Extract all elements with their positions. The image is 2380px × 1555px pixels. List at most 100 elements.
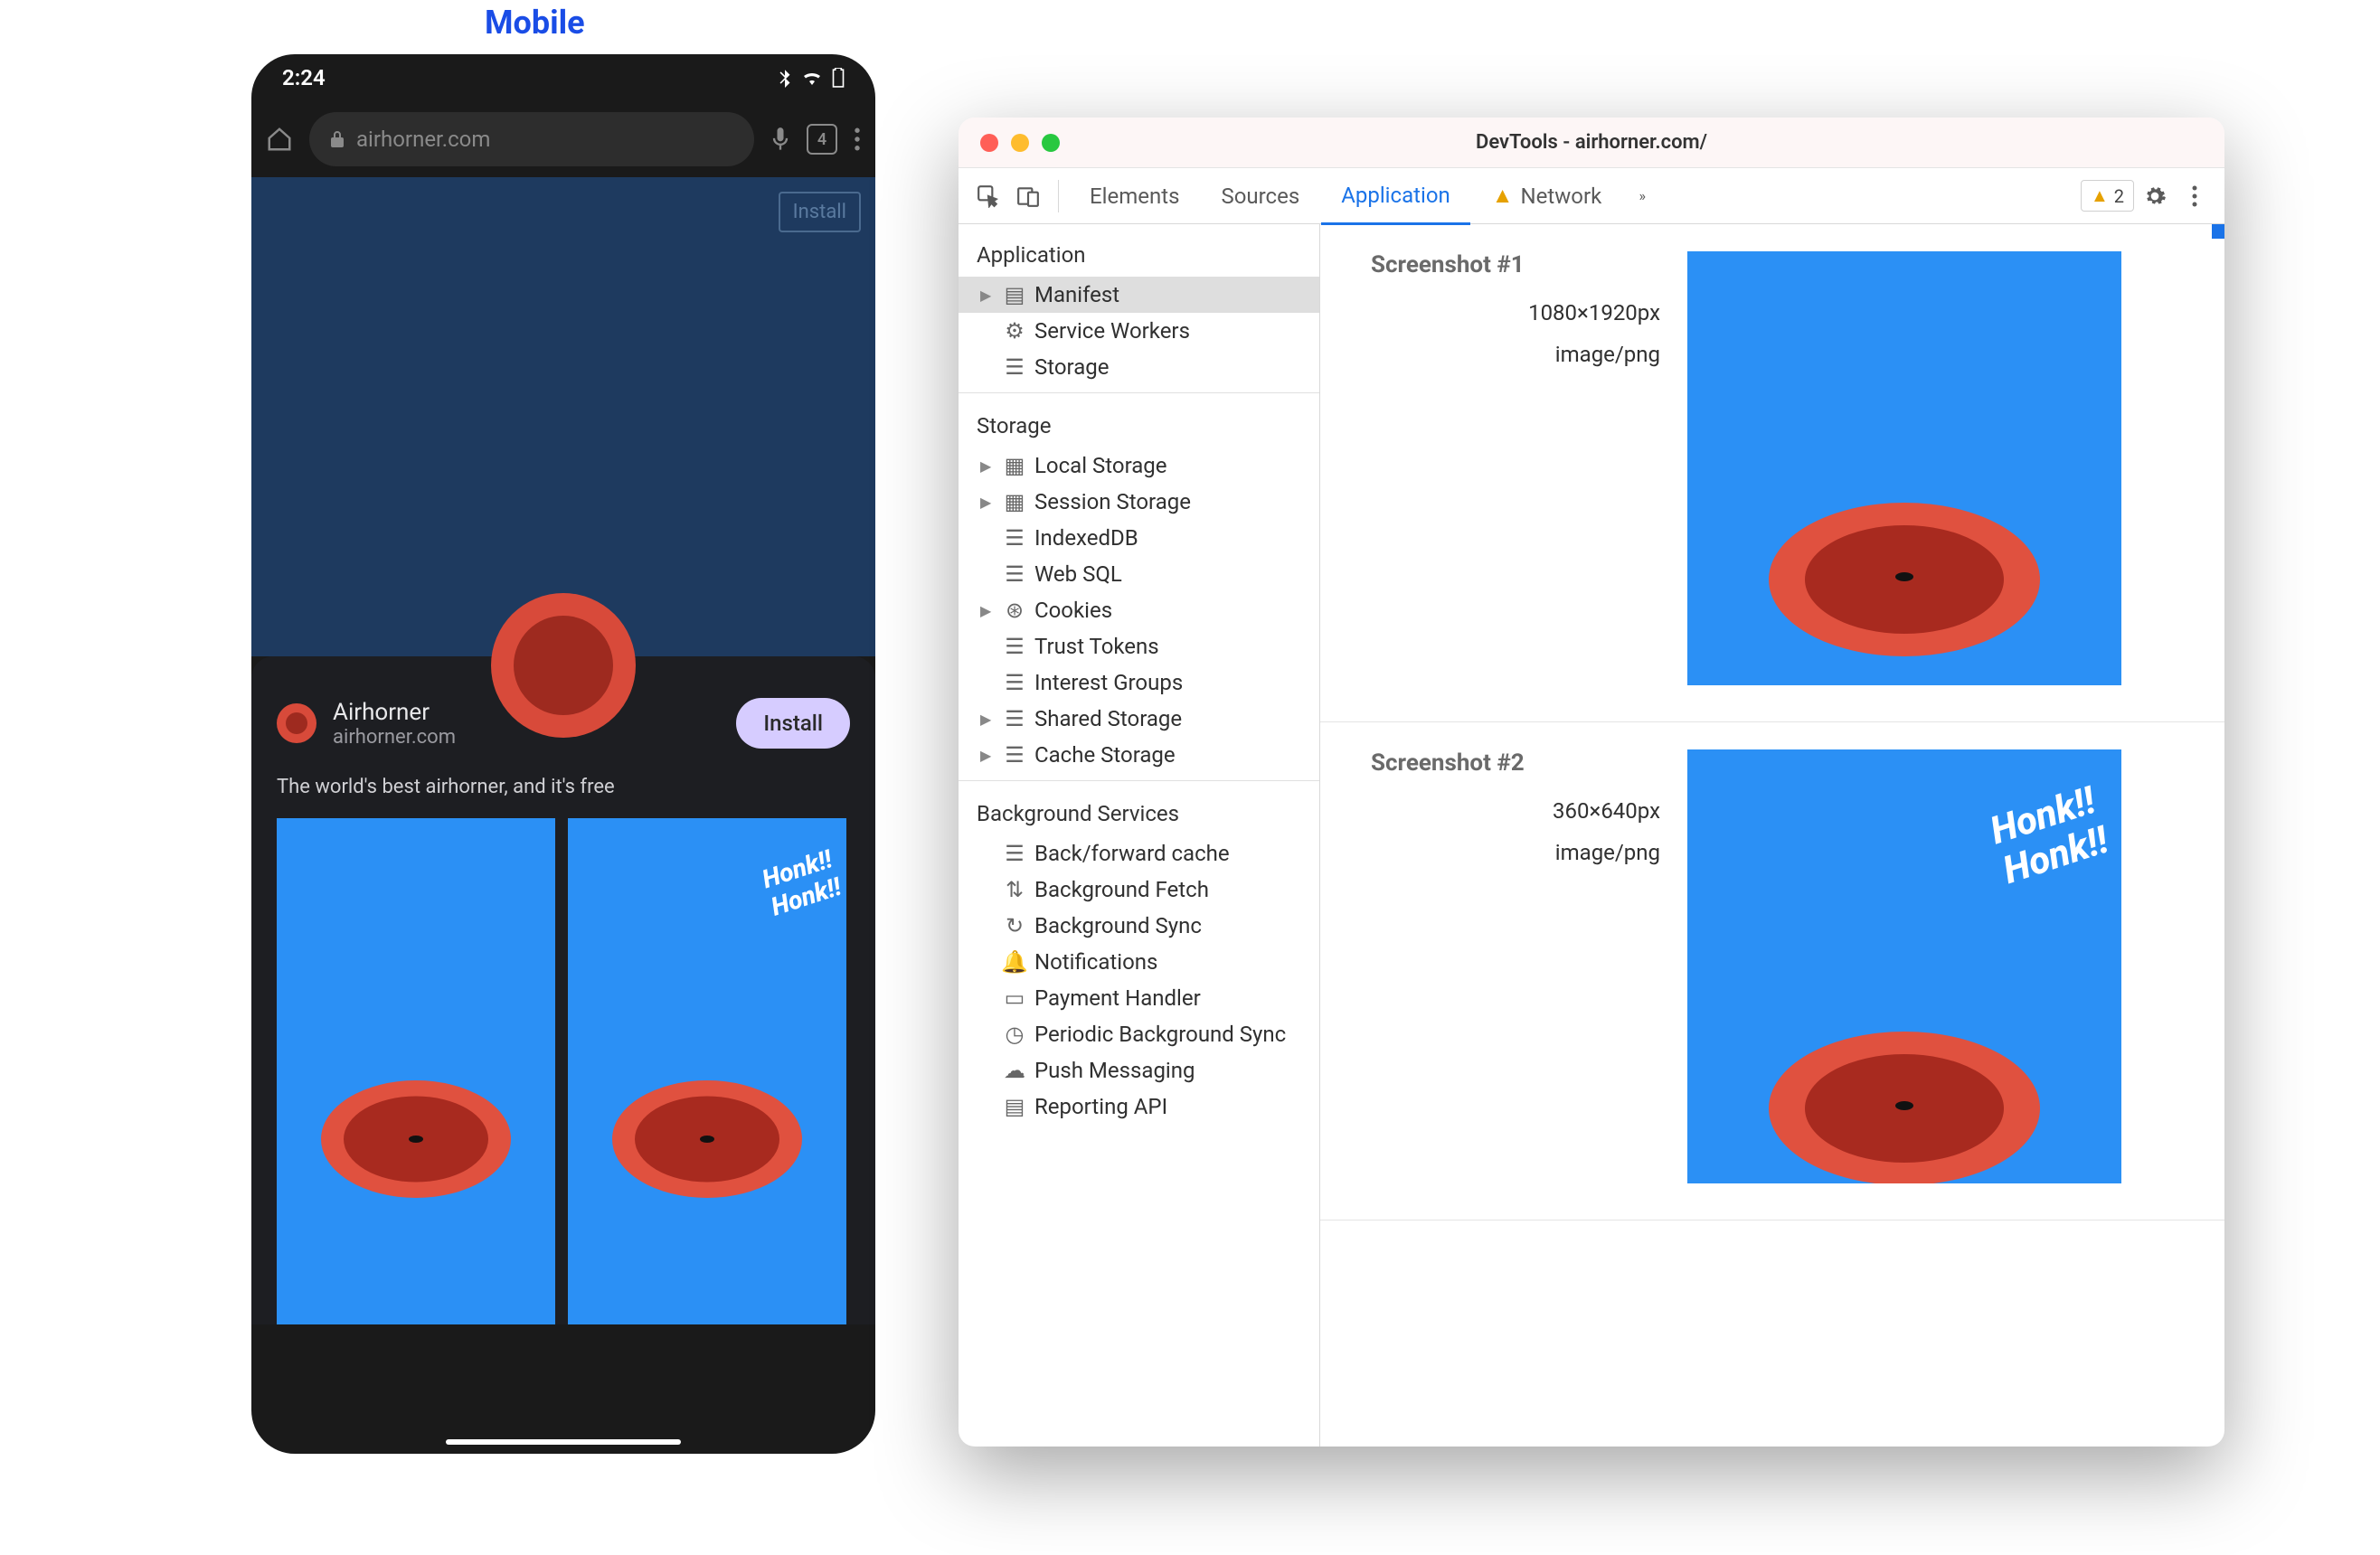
- sheet-screenshot-1: [277, 818, 555, 1324]
- scrollbar-thumb[interactable]: [2212, 224, 2224, 239]
- sidebar-item-cookies[interactable]: ▶⊛Cookies: [959, 592, 1319, 628]
- sidebar-item-service-workers[interactable]: ⚙Service Workers: [959, 313, 1319, 349]
- screenshot-block-1: Screenshot #1 1080×1920px image/png: [1320, 224, 2224, 722]
- sheet-app-origin: airhorner.com: [333, 726, 720, 749]
- grid-icon: ▦: [1004, 453, 1025, 478]
- sheet-description: The world's best airhorner, and it's fre…: [277, 776, 850, 798]
- airhorn-graphic: [491, 593, 636, 738]
- database-icon: ☰: [1004, 561, 1025, 587]
- bluetooth-icon: [778, 68, 792, 88]
- screenshot-title: Screenshot #1: [1371, 251, 1660, 278]
- cloud-icon: ☁: [1004, 1058, 1025, 1083]
- devtools-tabbar: Elements Sources Application ▲Network » …: [959, 168, 2224, 224]
- gear-icon[interactable]: [2136, 177, 2174, 215]
- sidebar-item-manifest[interactable]: ▶▤Manifest: [959, 277, 1319, 313]
- tab-sources[interactable]: Sources: [1201, 169, 1319, 223]
- arrows-icon: ⇅: [1004, 877, 1025, 902]
- airhorn-graphic: [1769, 503, 2040, 656]
- database-icon: ☰: [1004, 841, 1025, 866]
- close-window-button[interactable]: [980, 134, 998, 152]
- sidebar-item-interest-groups[interactable]: ☰Interest Groups: [959, 664, 1319, 701]
- application-sidebar: Application ▶▤Manifest ⚙Service Workers …: [959, 224, 1320, 1447]
- card-icon: ▭: [1004, 985, 1025, 1011]
- minimize-window-button[interactable]: [1011, 134, 1029, 152]
- sidebar-section-application: Application: [959, 230, 1319, 277]
- fullscreen-window-button[interactable]: [1042, 134, 1060, 152]
- sidebar-section-storage: Storage: [959, 401, 1319, 448]
- sidebar-item-bg-fetch[interactable]: ⇅Background Fetch: [959, 872, 1319, 908]
- application-main-panel: Screenshot #1 1080×1920px image/png Scre…: [1320, 224, 2224, 1447]
- database-icon: ☰: [1004, 742, 1025, 768]
- screenshot-preview-2: Honk!! Honk!!: [1687, 749, 2121, 1183]
- inspect-element-icon[interactable]: [969, 177, 1007, 215]
- honk-text: Honk!! Honk!!: [759, 844, 845, 921]
- file-icon: ▤: [1004, 282, 1025, 307]
- sidebar-item-push-messaging[interactable]: ☁Push Messaging: [959, 1052, 1319, 1088]
- warning-icon: ▲: [2091, 184, 2109, 207]
- app-icon: [277, 703, 316, 743]
- sidebar-item-reporting-api[interactable]: ▤Reporting API: [959, 1088, 1319, 1125]
- sidebar-item-bg-sync[interactable]: ↻Background Sync: [959, 908, 1319, 944]
- device-toolbar-icon[interactable]: [1009, 177, 1047, 215]
- screenshot-mime: image/png: [1371, 342, 1660, 367]
- screenshot-mime: image/png: [1371, 840, 1660, 865]
- sidebar-item-storage[interactable]: ☰Storage: [959, 349, 1319, 385]
- mic-icon[interactable]: [770, 127, 790, 152]
- status-time: 2:24: [282, 65, 326, 90]
- kebab-menu-icon[interactable]: [854, 127, 861, 151]
- grid-icon: ▦: [1004, 489, 1025, 514]
- issues-badge[interactable]: ▲2: [2081, 180, 2134, 212]
- screenshot-preview-1: [1687, 251, 2121, 685]
- sidebar-item-trust-tokens[interactable]: ☰Trust Tokens: [959, 628, 1319, 664]
- tab-count-button[interactable]: 4: [807, 124, 837, 155]
- browser-toolbar: airhorner.com 4: [251, 101, 875, 177]
- install-button[interactable]: Install: [736, 698, 850, 749]
- screenshot-dimensions: 1080×1920px: [1371, 300, 1660, 325]
- sync-icon: ↻: [1004, 913, 1025, 938]
- home-icon[interactable]: [266, 126, 293, 153]
- devtools-window: DevTools - airhorner.com/ Elements Sourc…: [959, 118, 2224, 1447]
- sidebar-section-background: Background Services: [959, 788, 1319, 835]
- sidebar-item-shared-storage[interactable]: ▶☰Shared Storage: [959, 701, 1319, 737]
- tab-application[interactable]: Application: [1321, 168, 1470, 225]
- traffic-lights: [959, 134, 1060, 152]
- tab-network[interactable]: ▲Network: [1472, 168, 1621, 223]
- sidebar-item-notifications[interactable]: 🔔Notifications: [959, 944, 1319, 980]
- kebab-menu-icon[interactable]: [2176, 177, 2214, 215]
- page-viewport: Install: [251, 177, 875, 656]
- status-icons: [778, 68, 845, 88]
- database-icon: ☰: [1004, 354, 1025, 380]
- url-bar[interactable]: airhorner.com: [309, 112, 754, 166]
- sidebar-item-web-sql[interactable]: ☰Web SQL: [959, 556, 1319, 592]
- sidebar-item-session-storage[interactable]: ▶▦Session Storage: [959, 484, 1319, 520]
- sidebar-item-periodic-bg[interactable]: ◷Periodic Background Sync: [959, 1016, 1319, 1052]
- sidebar-item-payment-handler[interactable]: ▭Payment Handler: [959, 980, 1319, 1016]
- cookie-icon: ⊛: [1004, 598, 1025, 623]
- database-icon: ☰: [1004, 525, 1025, 551]
- airhorn-graphic: [1769, 1032, 2040, 1183]
- install-bottom-sheet: Airhorner airhorner.com Install The worl…: [251, 656, 875, 1324]
- sidebar-item-local-storage[interactable]: ▶▦Local Storage: [959, 448, 1319, 484]
- status-bar: 2:24: [251, 54, 875, 101]
- screenshot-dimensions: 360×640px: [1371, 798, 1660, 824]
- battery-icon: [832, 68, 845, 88]
- lock-icon: [329, 130, 345, 148]
- sidebar-item-indexeddb[interactable]: ☰IndexedDB: [959, 520, 1319, 556]
- page-install-chip[interactable]: Install: [779, 192, 861, 232]
- honk-text: Honk!! Honk!!: [1986, 780, 2113, 892]
- mobile-device-frame: 2:24 airhorner.com 4 Install Airhorner a…: [251, 54, 875, 1454]
- gear-icon: ⚙: [1004, 318, 1025, 344]
- sidebar-item-bf-cache[interactable]: ☰Back/forward cache: [959, 835, 1319, 872]
- tab-elements[interactable]: Elements: [1070, 169, 1199, 223]
- more-tabs-icon[interactable]: »: [1623, 177, 1661, 215]
- clock-icon: ◷: [1004, 1022, 1025, 1047]
- window-title: DevTools - airhorner.com/: [1476, 131, 1707, 154]
- screenshot-title: Screenshot #2: [1371, 749, 1660, 777]
- airhorn-graphic: [321, 1080, 511, 1198]
- wifi-icon: [801, 69, 823, 87]
- sheet-screenshot-row: Honk!! Honk!!: [277, 818, 850, 1324]
- gesture-nav-bar[interactable]: [446, 1439, 681, 1445]
- bell-icon: 🔔: [1004, 949, 1025, 975]
- sidebar-item-cache-storage[interactable]: ▶☰Cache Storage: [959, 737, 1319, 773]
- window-titlebar[interactable]: DevTools - airhorner.com/: [959, 118, 2224, 168]
